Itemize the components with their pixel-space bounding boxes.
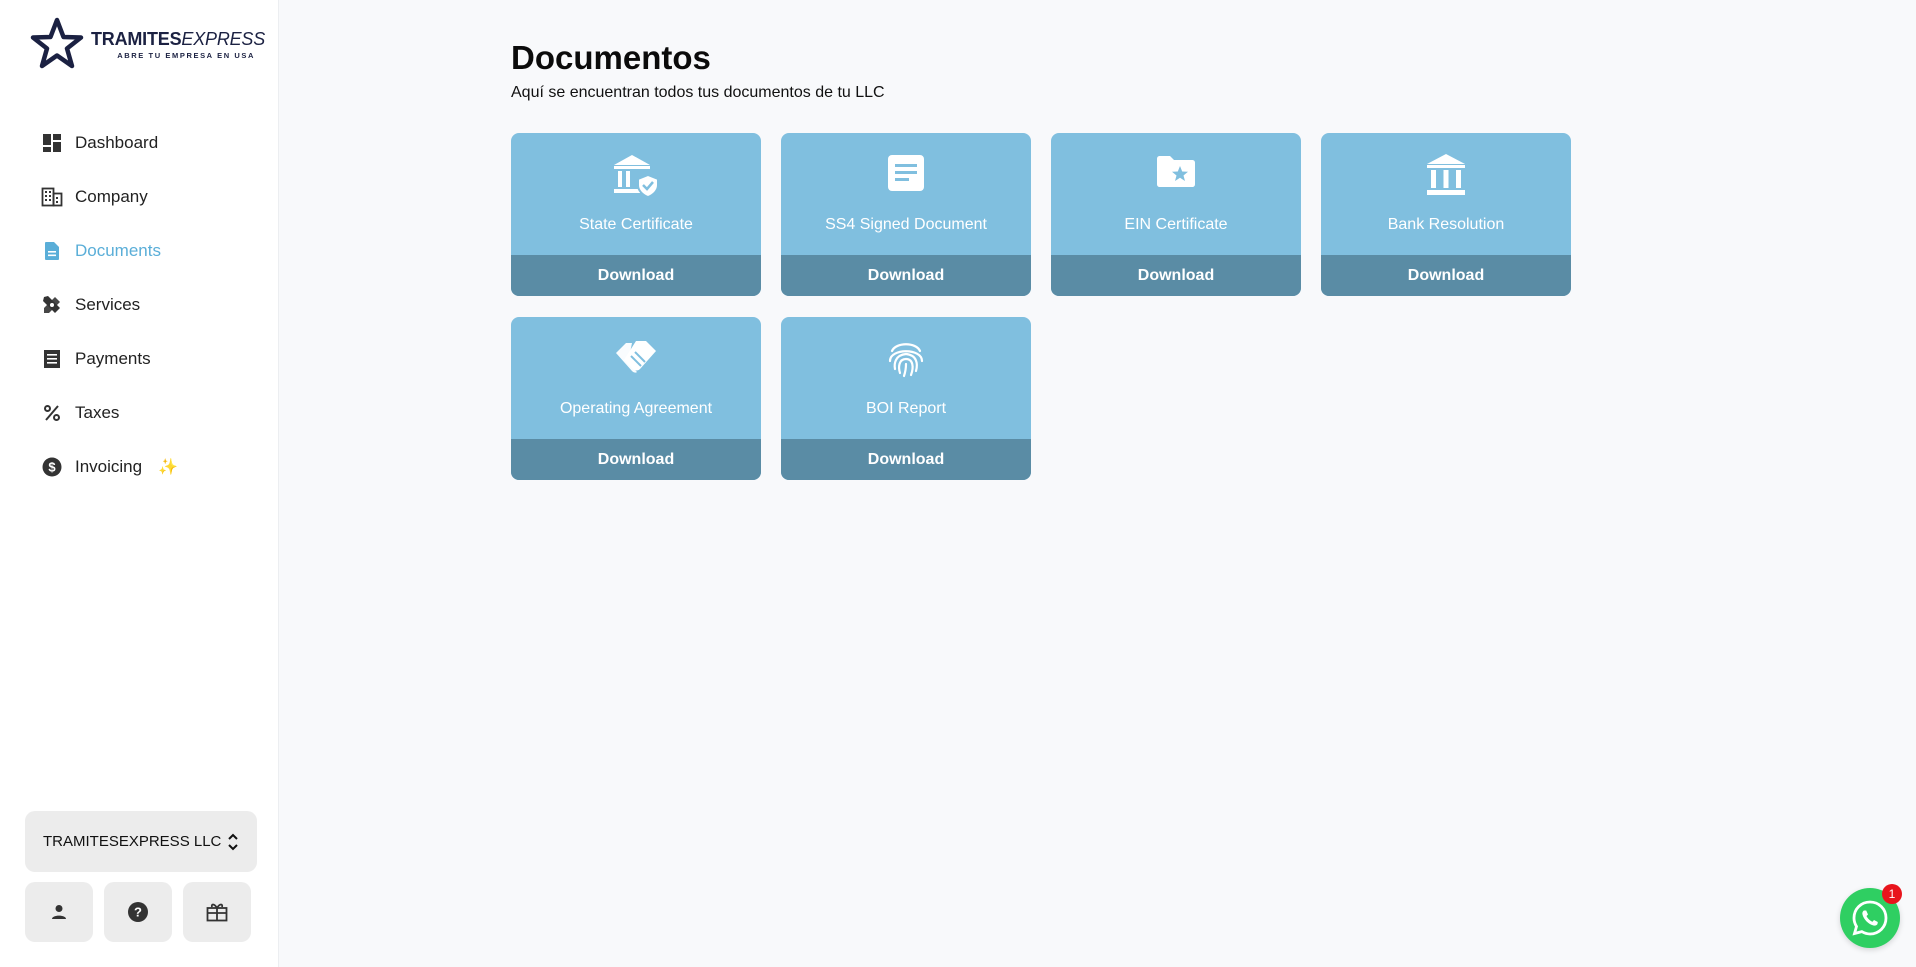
bank-shield-icon <box>511 153 761 199</box>
page-subtitle: Aquí se encuentran todos tus documentos … <box>511 84 885 101</box>
sidebar-item-label: Services <box>75 295 141 314</box>
receipt-icon <box>41 348 63 370</box>
sidebar-item-payments[interactable]: Payments <box>0 332 279 386</box>
sidebar-item-label: Company <box>75 187 148 206</box>
brand-logo[interactable]: TRAMITESEXPRESS ABRE TU EMPRESA EN USA <box>29 17 265 72</box>
document-card-ss4: SS4 Signed Document Download <box>781 133 1031 296</box>
document-title: EIN Certificate <box>1124 216 1228 233</box>
document-card-state-certificate: State Certificate Download <box>511 133 761 296</box>
help-icon: ? <box>128 902 148 922</box>
sidebar: TRAMITESEXPRESS ABRE TU EMPRESA EN USA D… <box>0 0 279 967</box>
company-selector[interactable]: TRAMITESEXPRESS LLC <box>25 811 257 872</box>
document-title: Bank Resolution <box>1387 216 1505 233</box>
bank-icon <box>1321 153 1571 197</box>
handshake-icon <box>511 337 761 377</box>
download-button[interactable]: Download <box>511 255 761 296</box>
gift-button[interactable] <box>183 882 251 942</box>
document-title: State Certificate <box>579 216 693 233</box>
sidebar-item-label: Dashboard <box>75 133 159 152</box>
dashboard-icon <box>41 132 63 154</box>
sidebar-item-company[interactable]: Company <box>0 170 279 224</box>
sparkle-icon: ✨ <box>158 459 179 476</box>
download-button[interactable]: Download <box>781 439 1031 480</box>
building-icon <box>41 186 63 208</box>
download-button[interactable]: Download <box>1321 255 1571 296</box>
document-title: Operating Agreement <box>559 400 713 417</box>
utility-buttons: ? <box>25 882 251 942</box>
profile-button[interactable] <box>25 882 93 942</box>
sidebar-item-invoicing[interactable]: $ Invoicing ✨ <box>0 440 279 494</box>
document-card-ein-certificate: EIN Certificate Download <box>1051 133 1301 296</box>
document-title: SS4 Signed Document <box>825 216 987 233</box>
document-icon <box>41 240 63 262</box>
person-icon <box>52 905 66 919</box>
sidebar-item-taxes[interactable]: Taxes <box>0 386 279 440</box>
download-button[interactable]: Download <box>511 439 761 480</box>
star-logo-icon <box>30 17 84 69</box>
whatsapp-icon <box>1852 900 1888 936</box>
document-title: BOI Report <box>865 400 947 417</box>
document-card-operating-agreement: Operating Agreement Download <box>511 317 761 480</box>
sidebar-item-services[interactable]: Services <box>0 278 279 332</box>
sidebar-item-label: Documents <box>75 241 161 260</box>
brand-name: TRAMITESEXPRESS <box>91 28 266 49</box>
svg-text:$: $ <box>48 460 56 475</box>
notification-badge: 1 <box>1882 884 1902 904</box>
download-button[interactable]: Download <box>781 255 1031 296</box>
download-button[interactable]: Download <box>1051 255 1301 296</box>
page-title: Documentos <box>511 39 711 76</box>
document-card-bank-resolution: Bank Resolution Download <box>1321 133 1571 296</box>
chevron-up-down-icon <box>227 833 239 851</box>
document-card-boi-report: BOI Report Download <box>781 317 1031 480</box>
company-selector-label: TRAMITESEXPRESS LLC <box>43 833 222 850</box>
sidebar-item-label: Invoicing <box>75 457 143 476</box>
svg-text:?: ? <box>134 905 142 920</box>
sidebar-item-documents[interactable]: Documents <box>0 224 279 278</box>
fingerprint-icon <box>781 337 1031 379</box>
sidebar-item-label: Payments <box>75 349 151 368</box>
help-button[interactable]: ? <box>104 882 172 942</box>
dollar-circle-icon: $ <box>41 456 63 478</box>
percent-icon <box>41 402 63 424</box>
sidebar-nav: Dashboard Company Documents Services Pay… <box>0 116 279 494</box>
sidebar-item-dashboard[interactable]: Dashboard <box>0 116 279 170</box>
gift-icon <box>206 903 228 922</box>
document-lines-icon <box>781 153 1031 193</box>
folder-star-icon <box>1051 153 1301 189</box>
sidebar-item-label: Taxes <box>75 403 120 422</box>
brand-tagline: ABRE TU EMPRESA EN USA <box>117 50 256 60</box>
tools-icon <box>41 294 63 316</box>
